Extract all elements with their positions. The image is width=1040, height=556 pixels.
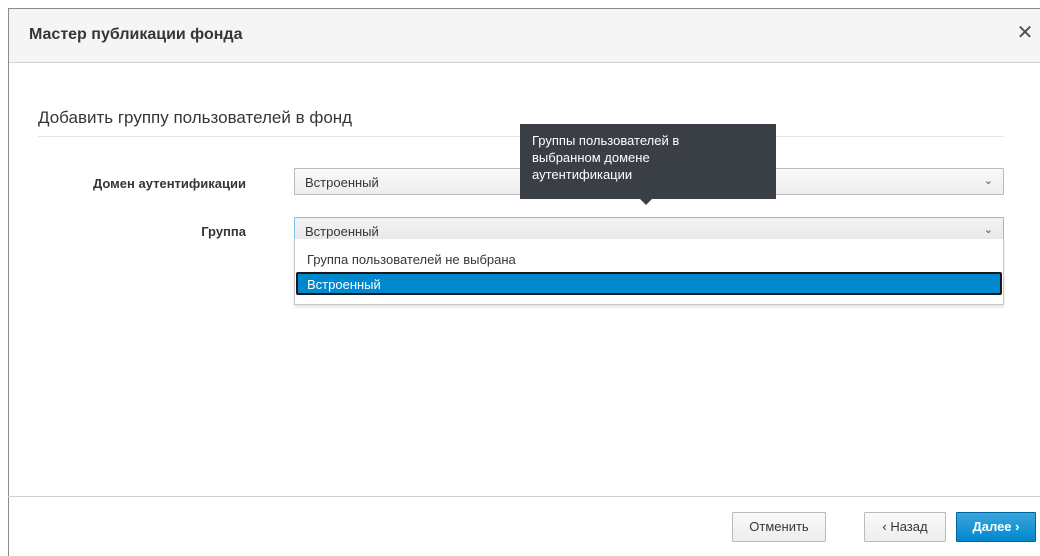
tooltip-line: аутентификации [532,167,633,182]
dialog-title: Мастер публикации фонда [29,26,243,43]
domain-label: Домен аутентификации [92,176,246,191]
dropdown-option-builtin[interactable]: Встроенный [296,272,1002,295]
tooltip-line: выбранном домене [532,150,650,165]
chevron-down-icon: ⌄ [983,224,993,236]
tooltip-line: Группы пользователей в [532,133,680,148]
dropdown-option-none[interactable]: Группа пользователей не выбрана [296,247,1002,270]
group-label: Группа [201,224,246,239]
back-button[interactable]: ‹ Назад [864,512,946,542]
section-title: Добавить группу пользователей в фонд [38,108,353,127]
close-icon[interactable]: ✕ [1014,22,1036,44]
chevron-down-icon: ⌄ [983,175,993,187]
tooltip-arrow [640,199,652,205]
group-tooltip: Группы пользователей в выбранном домене … [520,124,776,205]
group-dropdown-list: Группа пользователей не выбрана Встроенн… [294,239,1004,305]
cancel-button[interactable]: Отменить [732,512,826,542]
dialog-header: Мастер публикации фонда ✕ [9,9,1040,63]
domain-select-value: Встроенный [305,175,379,190]
group-select-value: Встроенный [305,224,379,239]
next-button[interactable]: Далее › [956,512,1036,542]
footer-divider [8,496,1040,497]
